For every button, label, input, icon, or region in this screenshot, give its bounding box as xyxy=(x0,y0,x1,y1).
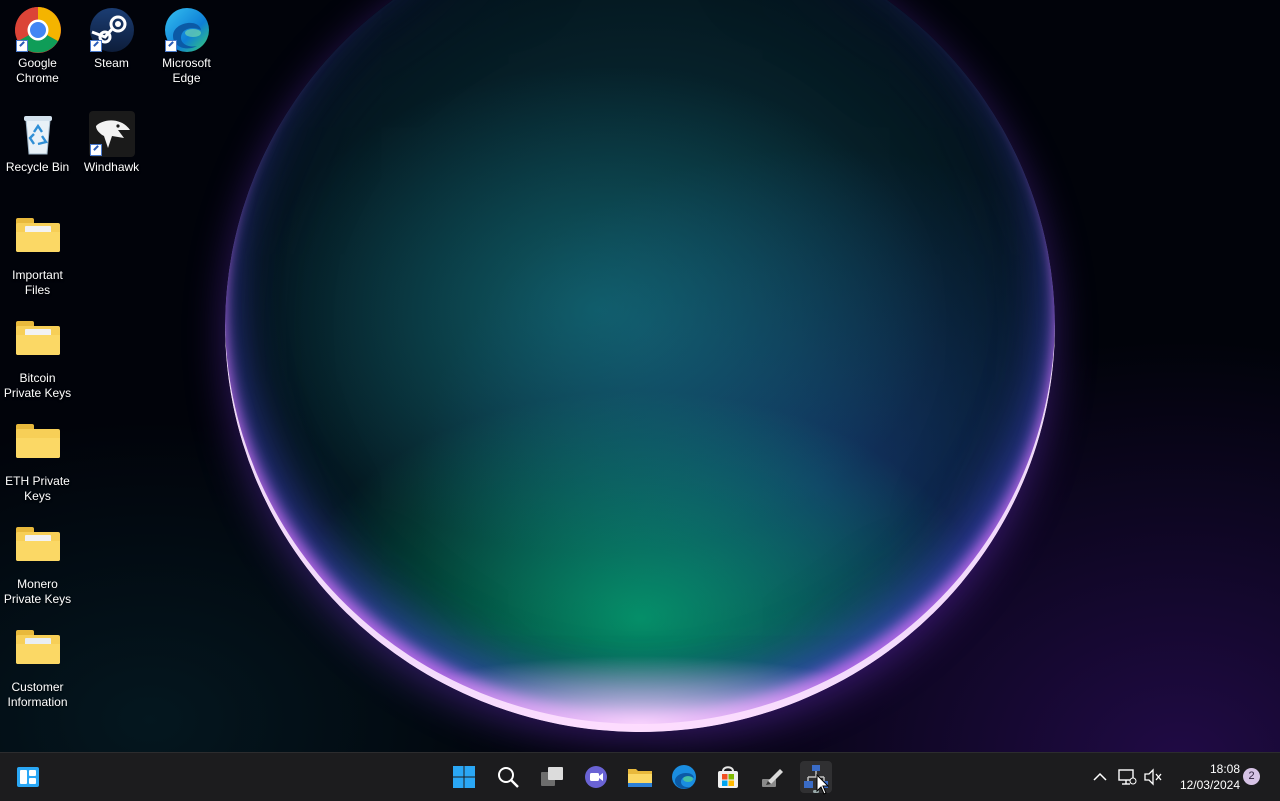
mouse-cursor-icon xyxy=(816,774,830,795)
shortcut-arrow-icon xyxy=(164,40,177,52)
folder-icon xyxy=(14,630,62,678)
desktop-icon-label: Google Chrome xyxy=(16,56,59,85)
desktop-icon-microsoft-edge[interactable]: Microsoft Edge xyxy=(149,6,224,86)
volume-button[interactable] xyxy=(1142,766,1164,788)
volume-muted-icon xyxy=(1144,768,1162,786)
network-status-button[interactable] xyxy=(1116,766,1138,788)
desktop-icon-label: Bitcoin Private Keys xyxy=(3,371,72,400)
start-button[interactable] xyxy=(448,761,480,793)
clock-date: 12/03/2024 xyxy=(1179,778,1240,792)
folder-icon xyxy=(14,527,62,575)
folder-icon xyxy=(14,424,62,472)
desktop-icon-customer-information[interactable]: Customer Information xyxy=(0,624,75,710)
desktop-icon-monero-private-keys[interactable]: Monero Private Keys xyxy=(0,521,75,607)
folder-icon xyxy=(14,218,62,266)
desktop-icon-label: ETH Private Keys xyxy=(5,474,70,503)
desktop-icon-important-files[interactable]: Important Files xyxy=(0,212,75,298)
widgets-button[interactable] xyxy=(12,761,44,793)
shortcut-arrow-icon xyxy=(15,40,28,52)
notification-badge[interactable]: 2 xyxy=(1243,768,1260,785)
folder-icon xyxy=(14,321,62,369)
desktop-icon-steam[interactable]: Steam xyxy=(74,6,149,71)
desktop-icon-label: Microsoft Edge xyxy=(162,56,211,85)
desktop-icon-windhawk[interactable]: Windhawk xyxy=(74,110,149,175)
widgets-icon xyxy=(17,767,39,787)
store-button[interactable] xyxy=(712,761,744,793)
windows-logo-icon xyxy=(453,766,475,788)
task-view-icon xyxy=(541,767,563,786)
show-hidden-icons-button[interactable] xyxy=(1090,767,1110,787)
pen-app-button[interactable] xyxy=(756,761,788,793)
desktop-icon-label: Recycle Bin xyxy=(5,160,70,174)
chrome-icon xyxy=(14,6,62,54)
shortcut-arrow-icon xyxy=(89,144,102,156)
desktop-icon-bitcoin-private-keys[interactable]: Bitcoin Private Keys xyxy=(0,315,75,401)
network-disconnected-icon xyxy=(1118,769,1137,785)
teams-chat-button[interactable] xyxy=(580,761,612,793)
desktop-icon-label: Customer Information xyxy=(7,680,68,709)
recycle-bin-icon xyxy=(14,110,62,158)
task-view-button[interactable] xyxy=(536,761,568,793)
windhawk-icon xyxy=(88,110,136,158)
store-icon xyxy=(718,766,738,788)
taskbar: 18:08 12/03/2024 2 xyxy=(0,752,1280,801)
desktop-icon-eth-private-keys[interactable]: ETH Private Keys xyxy=(0,418,75,504)
desktop-icon-recycle-bin[interactable]: Recycle Bin xyxy=(0,110,75,175)
desktop-icon-label: Windhawk xyxy=(83,160,140,174)
search-icon xyxy=(498,767,519,788)
desktop-wallpaper xyxy=(0,0,1280,752)
desktop-icon-google-chrome[interactable]: Google Chrome xyxy=(0,6,75,86)
edge-icon xyxy=(163,6,211,54)
clock-time: 18:08 xyxy=(1209,762,1240,776)
desktop-icon-label: Important Files xyxy=(12,268,63,297)
teams-chat-icon xyxy=(585,766,607,788)
wallpaper-orb-glow xyxy=(225,0,1055,732)
search-button[interactable] xyxy=(492,761,524,793)
desktop-icon-label: Monero Private Keys xyxy=(3,577,72,606)
shortcut-arrow-icon xyxy=(89,40,102,52)
folder-icon xyxy=(628,769,652,787)
clock-button[interactable]: 18:08 12/03/2024 xyxy=(1170,761,1240,793)
edge-icon xyxy=(672,765,696,789)
steam-icon xyxy=(88,6,136,54)
file-explorer-button[interactable] xyxy=(624,761,656,793)
desktop-icon-label: Steam xyxy=(94,56,129,70)
edge-button[interactable] xyxy=(668,761,700,793)
pen-icon xyxy=(762,769,783,787)
notification-count: 2 xyxy=(1248,770,1255,782)
chevron-up-icon xyxy=(1093,772,1107,781)
